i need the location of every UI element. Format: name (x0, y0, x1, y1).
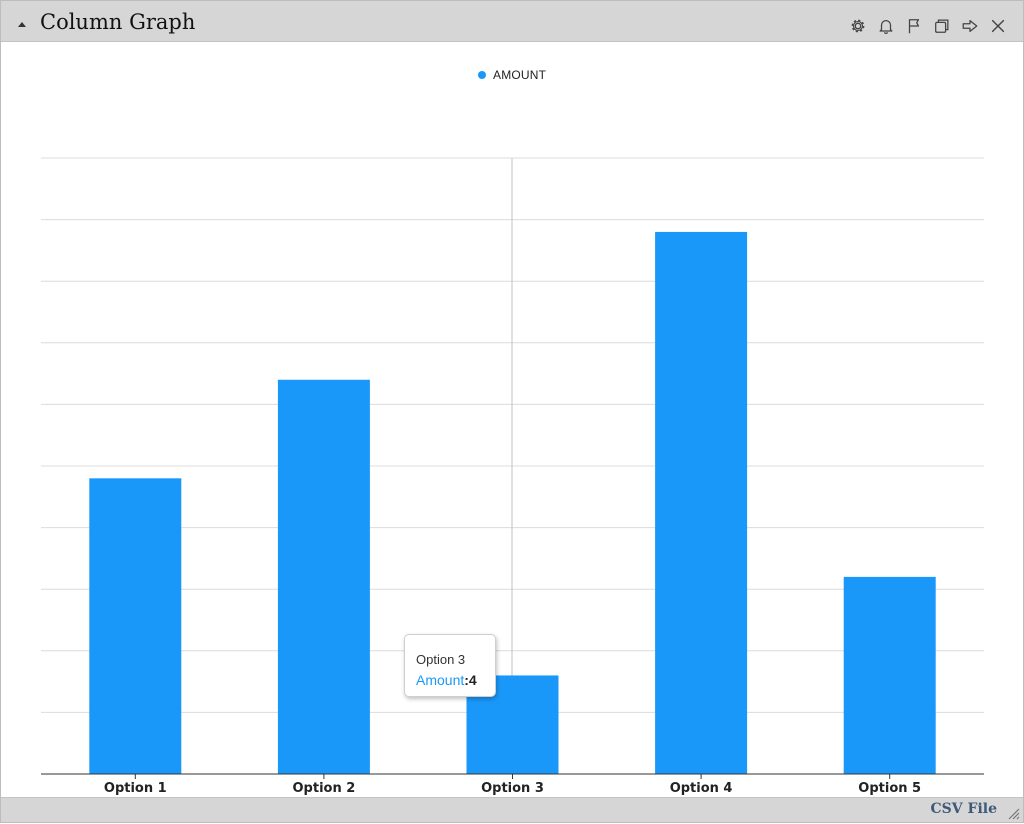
csv-file-link[interactable]: CSV File (931, 801, 997, 817)
x-tick-label: Option 4 (670, 781, 733, 796)
x-axis-ticks (134, 774, 891, 779)
resize-grip-icon[interactable] (1006, 805, 1020, 820)
x-tick-label: Option 2 (293, 781, 356, 796)
bar-option-1[interactable] (89, 478, 182, 774)
legend-marker (478, 71, 486, 79)
x-tick-label: Option 3 (481, 781, 544, 796)
legend-item-amount[interactable]: AMOUNT (478, 68, 546, 82)
tooltip-title: Option 3 (416, 652, 466, 667)
chart-window: Column Graph Option 1 Option 2 Option 3 … (0, 0, 1024, 823)
x-tick-label: Option 5 (858, 781, 921, 796)
chart-tooltip: Option 3 Amount:4 (404, 634, 496, 697)
footer-bar: CSV File (1, 797, 1023, 822)
x-axis-labels: Option 1 Option 2 Option 3 Option 4 Option 5 (104, 781, 921, 796)
column-chart: Option 1 Option 2 Option 3 Option 4 Option 5 (41, 157, 984, 796)
tooltip-value: 4 (468, 672, 477, 688)
bar-option-2[interactable] (277, 379, 370, 774)
tooltip-row: Amount:4 (416, 672, 495, 689)
x-tick-label: Option 1 (104, 781, 167, 796)
legend-label: AMOUNT (493, 68, 547, 82)
bar-option-4[interactable] (655, 231, 748, 775)
tooltip-series-name: Amount (416, 672, 465, 688)
bar-option-5[interactable] (843, 576, 936, 774)
